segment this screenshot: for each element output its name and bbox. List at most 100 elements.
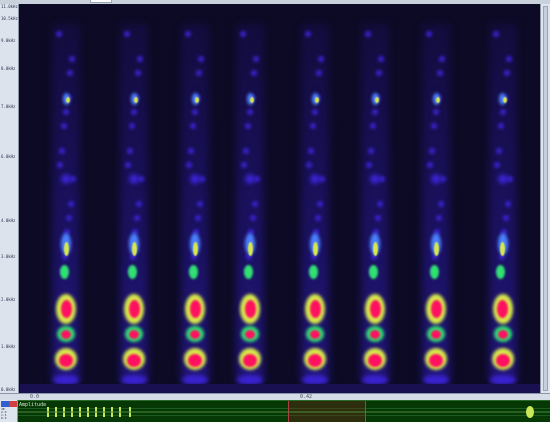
formant-blob — [370, 123, 376, 129]
formant-blob — [316, 70, 322, 76]
freq-tick: 4.0kHz — [1, 218, 16, 223]
formant-blob — [315, 97, 319, 103]
formant-blob — [127, 353, 141, 367]
formant-blob — [308, 353, 322, 367]
formant-blob — [131, 242, 137, 256]
formant-blob — [66, 97, 70, 103]
formant-blob — [189, 300, 201, 318]
formant-blob — [196, 70, 202, 76]
voice-segment-2 — [110, 4, 158, 393]
formant-blob — [125, 162, 131, 168]
side-label: 0.9 — [1, 416, 7, 420]
formant-blob — [504, 201, 511, 207]
formant-blob — [57, 162, 63, 168]
formant-blob — [503, 70, 510, 76]
formant-blob — [240, 31, 246, 37]
formant-blob — [243, 148, 249, 154]
freq-tick: 9.0kHz — [1, 38, 16, 43]
formant-blob — [63, 109, 69, 115]
formant-blob — [375, 97, 379, 103]
amplitude-track[interactable]: Amplitude — [18, 400, 550, 422]
voice-segment-1 — [40, 4, 92, 393]
freq-tick: 7.0kHz — [1, 104, 16, 109]
formant-blob — [61, 329, 71, 339]
formant-blob — [192, 242, 198, 256]
formant-blob — [429, 148, 435, 154]
formant-blob — [306, 162, 312, 168]
formant-blob — [131, 109, 137, 115]
formant-blob — [433, 242, 439, 256]
formant-blob — [372, 109, 378, 115]
formant-blob — [492, 31, 499, 37]
color-chip-red[interactable] — [9, 401, 17, 407]
formant-blob — [135, 70, 141, 76]
formant-blob — [190, 174, 200, 184]
formant-blob — [497, 123, 504, 129]
formant-blob — [495, 353, 510, 367]
formant-blob — [188, 265, 198, 279]
vertical-scrollbar[interactable] — [540, 4, 550, 393]
formant-blob — [309, 300, 321, 318]
freq-tick: 6.0kHz — [1, 154, 16, 159]
formant-blob — [308, 148, 314, 154]
formant-blob — [185, 31, 191, 37]
formant-blob — [134, 215, 140, 221]
time-ruler[interactable]: 0.0 0.42 — [0, 393, 550, 400]
voice-segment-8 — [480, 4, 525, 393]
formant-blob — [372, 242, 378, 256]
voice-segment-7 — [410, 4, 462, 393]
formant-blob — [368, 148, 374, 154]
formant-blob — [377, 201, 383, 207]
waveform-burst — [526, 406, 534, 418]
amplitude-side-controls: dB 2.0 1.5 0.9 — [0, 400, 18, 422]
formant-blob — [195, 97, 199, 103]
formant-blob — [127, 148, 133, 154]
amplitude-label: Amplitude — [19, 402, 47, 408]
formant-blob — [186, 162, 192, 168]
formant-blob — [61, 123, 67, 129]
formant-blob — [188, 353, 202, 367]
formant-blob — [495, 148, 502, 154]
formant-blob — [429, 265, 439, 279]
formant-blob — [129, 329, 139, 339]
formant-blob — [124, 31, 130, 37]
spectrogram-view[interactable] — [20, 4, 540, 393]
formant-blob — [502, 97, 507, 103]
formant-blob — [137, 56, 143, 62]
formant-blob — [497, 329, 508, 339]
bottom-panel: dB 2.0 1.5 0.9 Amplitude — [0, 400, 550, 422]
formant-blob — [368, 353, 382, 367]
formant-blob — [61, 174, 71, 184]
formant-blob — [308, 265, 318, 279]
formant-blob — [241, 162, 247, 168]
formant-blob — [244, 300, 256, 318]
formant-blob — [63, 242, 69, 256]
top-tab[interactable] — [90, 0, 112, 3]
freq-tick: 10.5kHz — [1, 16, 18, 21]
formant-blob — [493, 162, 500, 168]
frequency-axis: 11.0kHz 10.5kHz 9.0kHz 8.0kHz 7.0kHz 6.0… — [0, 4, 19, 393]
scrollbar-thumb[interactable] — [543, 6, 548, 391]
formant-blob — [245, 174, 255, 184]
formant-blob — [195, 215, 201, 221]
freq-tick: 2.0kHz — [1, 297, 16, 302]
formant-blob — [505, 56, 512, 62]
formant-blob — [497, 174, 508, 184]
formant-blob — [69, 56, 75, 62]
amplitude-waveform — [18, 406, 550, 418]
formant-blob — [251, 70, 257, 76]
formant-blob — [366, 162, 372, 168]
formant-blob — [310, 329, 320, 339]
formant-blob — [68, 201, 74, 207]
formant-blob — [376, 70, 382, 76]
formant-blob — [496, 265, 505, 279]
formant-blob — [370, 329, 380, 339]
formant-blob — [60, 300, 72, 318]
low-frequency-floor — [20, 384, 540, 393]
formant-blob — [436, 215, 442, 221]
formant-blob — [129, 123, 135, 129]
formant-blob — [368, 265, 378, 279]
formant-blob — [365, 31, 371, 37]
formant-blob — [66, 215, 72, 221]
freq-tick: 11.0kHz — [1, 4, 18, 9]
